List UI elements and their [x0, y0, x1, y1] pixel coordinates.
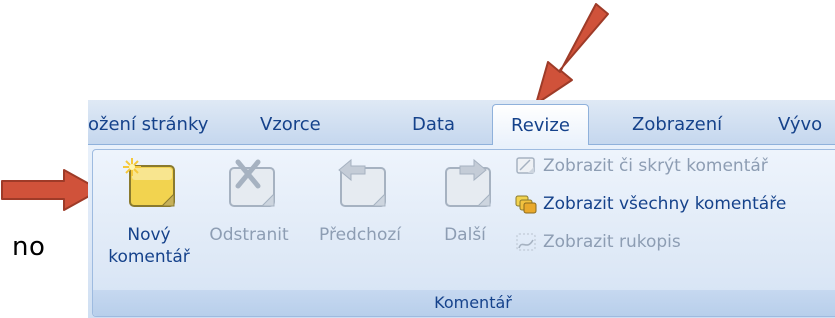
delete-comment-icon [229, 159, 275, 207]
next-comment-label: Další [444, 225, 486, 245]
tab-developer[interactable]: Vývo [778, 100, 822, 144]
new-comment-button[interactable]: Nový komentář [107, 156, 191, 268]
tab-page-layout[interactable]: ožení stránky [88, 100, 208, 144]
show-hide-comment-label: Zobrazit či skrýt komentář [543, 156, 768, 176]
show-ink-icon [516, 233, 536, 251]
show-all-comments-label: Zobrazit všechny komentáře [543, 194, 787, 214]
show-hide-comment-icon [516, 157, 535, 174]
annotation-arrow-down-icon [535, 3, 609, 105]
previous-comment-button: Předchozí [315, 156, 405, 246]
comments-group: Nový komentář Odstranit Předchozí Další … [92, 149, 835, 317]
new-comment-icon [123, 158, 175, 207]
ribbon-tab-strip: ožení stránky Vzorce Data Revize Zobraze… [88, 100, 835, 146]
show-ink-label: Zobrazit rukopis [543, 232, 681, 252]
comments-group-label: Komentář [93, 290, 835, 316]
ribbon-panel: Nový komentář Odstranit Předchozí Další … [88, 145, 835, 318]
show-ink-button: Zobrazit rukopis [515, 226, 681, 258]
tab-data[interactable]: Data [412, 100, 455, 144]
new-comment-label-line1: Nový [127, 225, 171, 245]
tab-formulas[interactable]: Vzorce [260, 100, 321, 144]
show-all-comments-icon [515, 195, 537, 214]
previous-comment-icon [338, 158, 386, 207]
tab-view[interactable]: Zobrazení [632, 100, 722, 144]
partial-background-text: no [12, 232, 46, 262]
show-all-comments-button[interactable]: Zobrazit všechny komentáře [515, 188, 786, 220]
next-comment-button: Další [429, 156, 501, 246]
delete-comment-label: Odstranit [209, 225, 289, 245]
new-comment-label-line2: komentář [108, 247, 190, 267]
previous-comment-label: Předchozí [319, 225, 401, 245]
next-comment-icon [445, 158, 491, 207]
delete-comment-button: Odstranit [207, 156, 291, 246]
show-hide-comment-button: Zobrazit či skrýt komentář [515, 150, 768, 182]
tab-review[interactable]: Revize [492, 104, 589, 146]
